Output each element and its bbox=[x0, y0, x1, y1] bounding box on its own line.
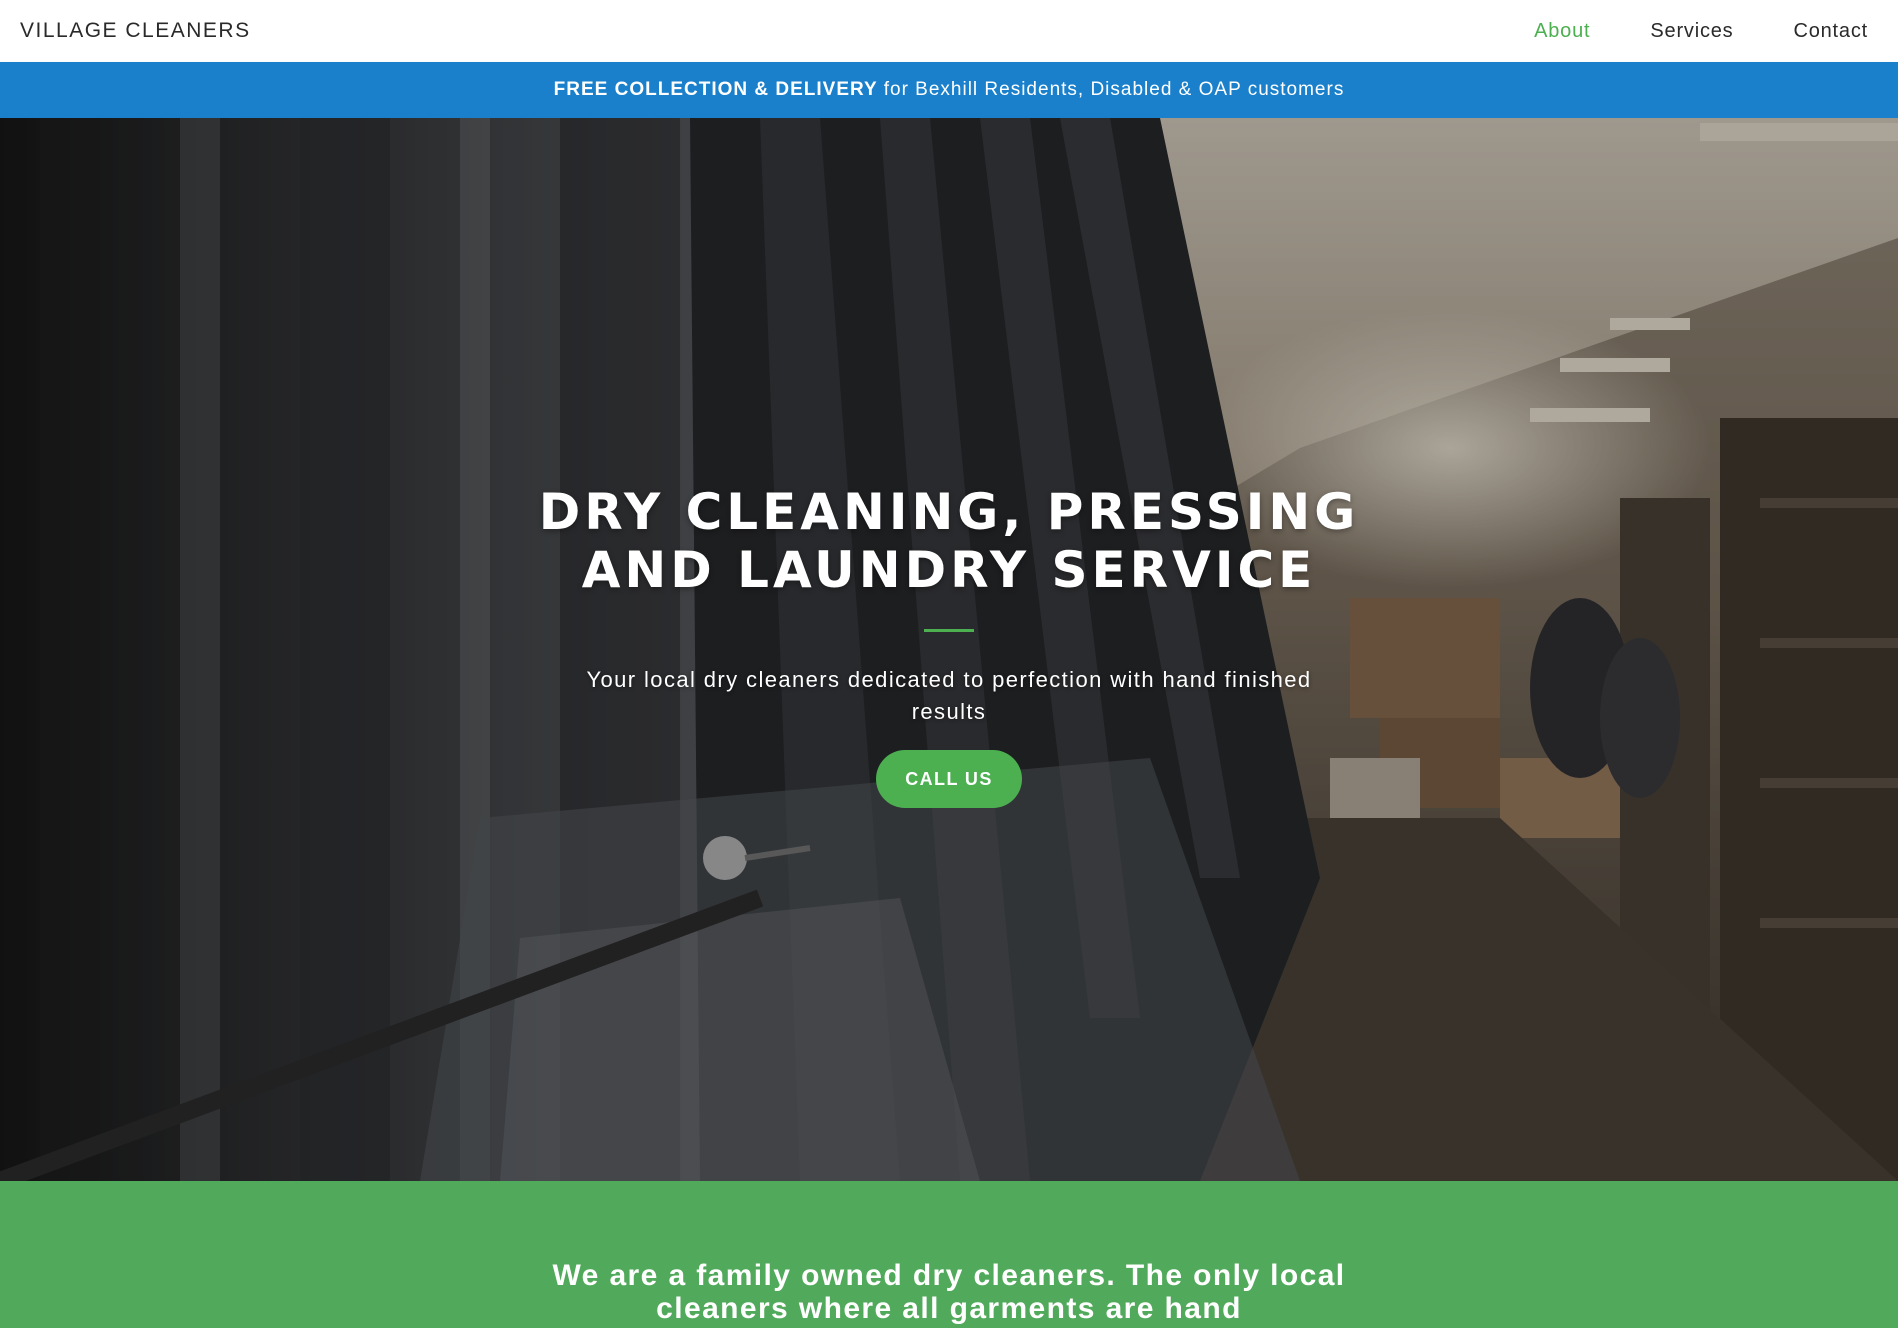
main-nav: About Services Contact bbox=[1474, 20, 1868, 43]
top-navbar: VILLAGE CLEANERS About Services Contact bbox=[0, 0, 1898, 62]
nav-link-contact[interactable]: Contact bbox=[1793, 20, 1868, 43]
nav-link-about[interactable]: About bbox=[1534, 20, 1590, 43]
hero-title: DRY CLEANING, PRESSING AND LAUNDRY SERVI… bbox=[538, 483, 1360, 599]
call-us-button[interactable]: CALL US bbox=[876, 750, 1022, 808]
about-section: We are a family owned dry cleaners. The … bbox=[0, 1181, 1898, 1328]
about-intro-text: We are a family owned dry cleaners. The … bbox=[552, 1259, 1346, 1325]
hero-divider bbox=[924, 629, 974, 632]
promo-banner-highlight: FREE COLLECTION & DELIVERY bbox=[553, 79, 878, 100]
hero-subtitle: Your local dry cleaners dedicated to per… bbox=[586, 667, 1312, 724]
hero-section: DRY CLEANING, PRESSING AND LAUNDRY SERVI… bbox=[0, 118, 1898, 1181]
brand-logo[interactable]: VILLAGE CLEANERS bbox=[20, 19, 251, 43]
promo-banner-text: for Bexhill Residents, Disabled & OAP cu… bbox=[883, 79, 1345, 100]
promo-banner: FREE COLLECTION & DELIVERY for Bexhill R… bbox=[0, 62, 1898, 118]
hero-content: DRY CLEANING, PRESSING AND LAUNDRY SERVI… bbox=[0, 483, 1898, 808]
nav-link-services[interactable]: Services bbox=[1650, 20, 1733, 43]
